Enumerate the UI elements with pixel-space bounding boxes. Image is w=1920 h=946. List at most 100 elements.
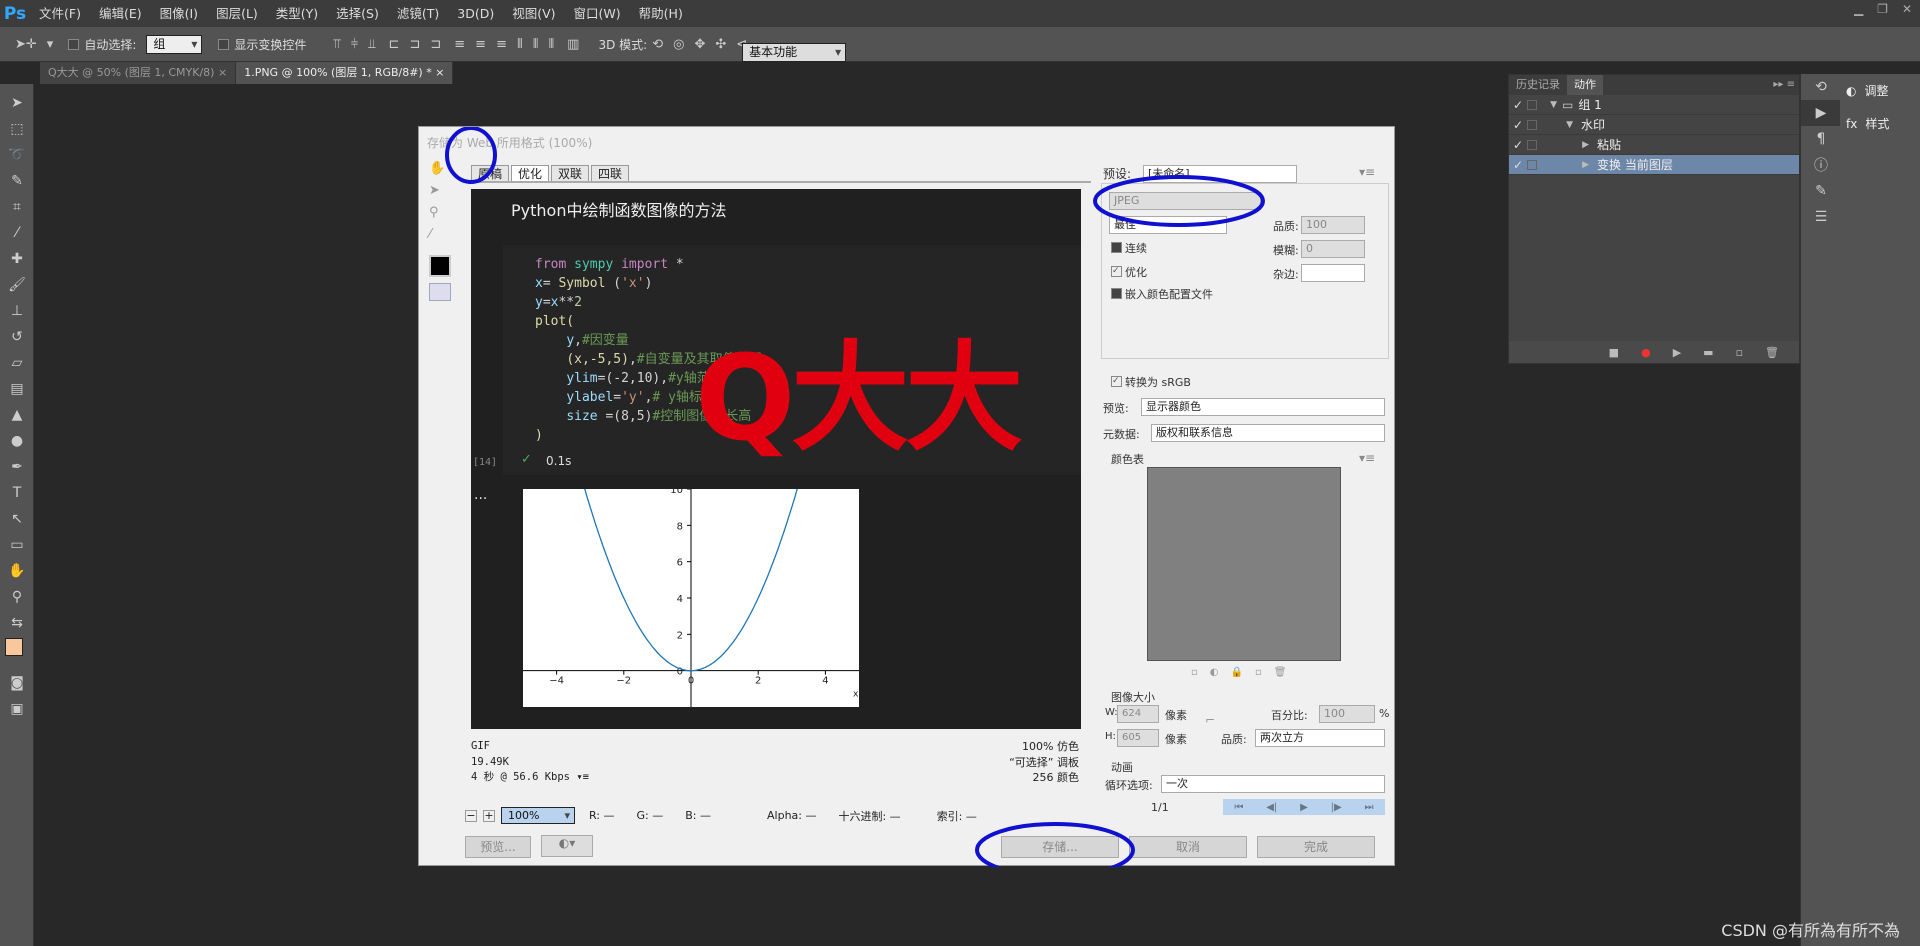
align-vcenter-icon[interactable]: ⫩ xyxy=(351,37,358,52)
check-icon[interactable]: ✓ xyxy=(1509,138,1527,152)
align-hcenter-icon[interactable]: ⊐ xyxy=(409,37,420,52)
healing-brush-icon[interactable]: ✚ xyxy=(0,246,34,272)
record-icon[interactable]: ● xyxy=(1641,346,1651,359)
brush-tool-icon[interactable]: 🖌 xyxy=(0,272,34,298)
settings-menu-icon[interactable]: ▾≡ xyxy=(1359,165,1375,179)
close-icon[interactable]: × xyxy=(435,66,444,79)
menu-item[interactable]: 图像(I) xyxy=(151,0,207,27)
history-brush-icon[interactable]: ↺ xyxy=(0,324,34,350)
align-top-icon[interactable]: ⫪ xyxy=(333,37,340,52)
minimize-icon[interactable]: ▁ xyxy=(1854,0,1863,18)
check-icon[interactable]: ✓ xyxy=(1509,158,1527,172)
distribute-left-icon[interactable]: ⦀ xyxy=(517,37,523,52)
menu-item[interactable]: 滤镜(T) xyxy=(388,0,448,27)
align-right-icon[interactable]: ⊐ xyxy=(430,37,441,52)
dialog-toggle[interactable] xyxy=(1527,139,1537,150)
screen-mode-icon[interactable]: ▣ xyxy=(0,696,34,722)
distribute-right-icon[interactable]: ⦀ xyxy=(548,37,554,52)
history-panel-icon[interactable]: ⟲ xyxy=(1801,74,1841,100)
distribute-hcenter-icon[interactable]: ⦀ xyxy=(533,37,539,52)
menu-item[interactable]: 编辑(E) xyxy=(90,0,151,27)
tab-original[interactable]: 原稿 xyxy=(471,165,510,181)
format-dropdown[interactable]: JPEG xyxy=(1109,192,1261,210)
swap-colors-icon[interactable]: ⇆ xyxy=(0,610,34,636)
tab-4up[interactable]: 四联 xyxy=(591,165,630,181)
blur-tool-icon[interactable]: ▲ xyxy=(0,402,34,428)
close-icon[interactable]: × xyxy=(218,66,227,79)
matte-dropdown[interactable] xyxy=(1301,264,1365,282)
first-frame-icon[interactable]: ⏮ xyxy=(1234,802,1243,813)
dialog-toggle[interactable] xyxy=(1527,99,1537,110)
3d-roll-icon[interactable]: ◎ xyxy=(673,37,684,52)
eyedropper-color-swatch[interactable] xyxy=(429,255,451,277)
menu-item[interactable]: 3D(D) xyxy=(448,0,503,27)
type-tool-icon[interactable]: T xyxy=(0,480,34,506)
menu-item[interactable]: 窗口(W) xyxy=(565,0,630,27)
doc-tab-q[interactable]: Q大大 @ 50% (图层 1, CMYK/8) × xyxy=(40,62,237,84)
3d-pan-icon[interactable]: ✥ xyxy=(694,37,705,52)
zoom-dropdown[interactable]: 100% xyxy=(501,807,575,824)
loop-dropdown[interactable]: 一次 xyxy=(1161,775,1385,793)
info-icon[interactable]: ⓘ xyxy=(1801,152,1841,178)
prev-frame-icon[interactable]: ◀| xyxy=(1266,802,1277,813)
zoom-tool-icon[interactable]: ⚲ xyxy=(0,584,34,610)
move-tool-preset[interactable]: ➤✛ ▾ xyxy=(10,37,58,52)
convert-srgb-checkbox[interactable]: ✓ xyxy=(1111,376,1122,387)
adjustments-item[interactable]: ◐ 调整 xyxy=(1840,74,1920,107)
progressive-checkbox[interactable] xyxy=(1111,242,1122,253)
stop-icon[interactable]: ■ xyxy=(1609,346,1619,359)
quick-select-tool-icon[interactable]: ✎ xyxy=(0,168,34,194)
play-icon[interactable]: ▶ xyxy=(1673,346,1681,359)
eraser-tool-icon[interactable]: ▱ xyxy=(0,350,34,376)
delete-icon[interactable]: 🗑 xyxy=(1765,346,1779,359)
browser-preview-dropdown[interactable]: ◐▾ xyxy=(541,835,593,857)
dialog-toggle[interactable] xyxy=(1527,119,1537,130)
dodge-tool-icon[interactable]: ● xyxy=(0,428,34,454)
preset-dropdown[interactable]: [未命名] xyxy=(1143,165,1297,183)
menu-item[interactable]: 帮助(H) xyxy=(630,0,692,27)
menu-item[interactable]: 视图(V) xyxy=(503,0,564,27)
move-tool-icon[interactable]: ➤ xyxy=(0,90,34,116)
play-icon[interactable]: ▶ xyxy=(1300,802,1308,813)
menu-item[interactable]: 图层(L) xyxy=(207,0,267,27)
quality-preset-dropdown[interactable]: 最佳 xyxy=(1109,216,1227,234)
link-icon[interactable]: ⌐ xyxy=(1205,713,1215,727)
tab-2up[interactable]: 双联 xyxy=(551,165,590,181)
pen-tool-icon[interactable]: ✒ xyxy=(0,454,34,480)
crop-tool-icon[interactable]: ⌗ xyxy=(0,194,34,220)
actions-panel-icon[interactable]: ▶ xyxy=(1801,100,1841,126)
menu-icon[interactable]: ▾≡ xyxy=(576,771,589,783)
color-table-menu-icon[interactable]: ▾≡ xyxy=(1359,451,1375,465)
paragraph-icon[interactable]: ¶ xyxy=(1801,126,1841,152)
distribute-bottom-icon[interactable]: ≡ xyxy=(496,37,507,52)
save-button[interactable]: 存储... xyxy=(1001,836,1119,858)
tab-actions[interactable]: 动作 xyxy=(1567,75,1603,95)
zoom-tool-icon[interactable]: ⚲ xyxy=(429,205,453,227)
cancel-button[interactable]: 取消 xyxy=(1129,836,1247,858)
height-input[interactable]: 605 xyxy=(1117,729,1159,747)
new-set-icon[interactable]: ▬ xyxy=(1703,346,1713,359)
show-transform-checkbox[interactable] xyxy=(218,38,230,50)
distribute-top-icon[interactable]: ≡ xyxy=(454,37,465,52)
action-row[interactable]: ✓ ▼ ▭ 组 1 xyxy=(1509,95,1799,115)
3d-slide-icon[interactable]: ✣ xyxy=(715,37,726,52)
close-icon[interactable]: ✕ xyxy=(1902,0,1912,18)
zoom-in-button[interactable]: + xyxy=(483,809,495,822)
lasso-tool-icon[interactable]: ➰ xyxy=(0,142,34,168)
auto-select-checkbox[interactable] xyxy=(68,38,80,50)
expand-right-icon[interactable]: ▶ xyxy=(1543,140,1589,150)
properties-icon[interactable]: ☰ xyxy=(1801,204,1841,230)
styles-item[interactable]: fx 样式 xyxy=(1840,107,1920,140)
check-icon[interactable]: ✓ xyxy=(1509,98,1527,112)
menu-item[interactable]: 类型(Y) xyxy=(267,0,327,27)
panel-menu-icon[interactable]: ▸▸ ≡ xyxy=(1769,75,1799,95)
optimized-checkbox[interactable]: ✓ xyxy=(1111,266,1122,277)
doc-tab-png[interactable]: 1.PNG @ 100% (图层 1, RGB/8#) * × xyxy=(236,62,454,84)
tab-history[interactable]: 历史记录 xyxy=(1509,75,1567,95)
embed-profile-checkbox[interactable] xyxy=(1111,288,1122,299)
hand-tool-icon[interactable]: ✋ xyxy=(0,558,34,584)
distribute-vcenter-icon[interactable]: ≡ xyxy=(475,37,486,52)
eyedropper-tool-icon[interactable]: ⁄ xyxy=(0,220,34,246)
dialog-toggle[interactable] xyxy=(1527,159,1537,170)
preview-canvas[interactable]: Python中绘制函数图像的方法 from sympy import * x= S… xyxy=(471,189,1081,729)
